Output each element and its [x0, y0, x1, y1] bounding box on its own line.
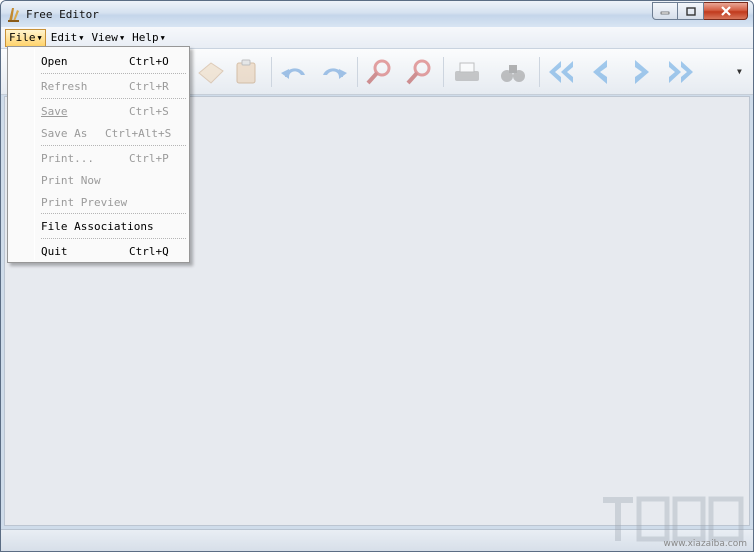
print-icon[interactable]	[451, 57, 483, 87]
watermark-url: www.xiazaiba.com	[663, 539, 747, 549]
next-icon[interactable]	[625, 57, 657, 87]
menu-item-label: Print Preview	[41, 195, 128, 209]
close-icon	[720, 6, 731, 16]
file-menu-dropdown: Open Ctrl+O Refresh Ctrl+R Save Ctrl+S S…	[7, 46, 190, 263]
menu-item-open[interactable]: Open Ctrl+O	[41, 52, 186, 70]
toolbar-separator	[271, 57, 272, 87]
menu-item-print[interactable]: Print... Ctrl+P	[41, 149, 186, 167]
first-page-icon[interactable]	[545, 57, 577, 87]
undo-icon[interactable]	[279, 57, 311, 87]
menu-item-quit[interactable]: Quit Ctrl+Q	[41, 242, 186, 260]
window-title: Free Editor	[26, 8, 99, 21]
redo-icon[interactable]	[317, 57, 349, 87]
toolbar-separator	[443, 57, 444, 87]
menu-item-shortcut: Ctrl+Alt+S	[105, 126, 172, 140]
menu-item-shortcut: Ctrl+Q	[129, 244, 169, 258]
menu-file-label: File	[9, 31, 36, 44]
find-next-icon[interactable]	[403, 57, 435, 87]
menu-edit[interactable]: Edit ▼	[48, 29, 87, 47]
title-bar[interactable]: Free Editor	[1, 1, 753, 27]
caption-buttons	[652, 2, 748, 20]
maximize-button[interactable]	[678, 2, 704, 20]
maximize-icon	[685, 6, 696, 16]
menu-separator	[41, 98, 186, 99]
menu-separator	[41, 238, 186, 239]
menu-separator	[41, 213, 186, 214]
menu-gutter	[34, 49, 35, 260]
minimize-icon	[660, 11, 670, 15]
paste-icon[interactable]	[231, 57, 263, 87]
menu-help[interactable]: Help ▼	[129, 29, 168, 47]
menu-edit-label: Edit	[50, 31, 78, 44]
menu-separator	[41, 145, 186, 146]
menu-item-shortcut: Ctrl+O	[129, 54, 169, 68]
menu-file[interactable]: File ▼	[5, 28, 46, 47]
chevron-down-icon: ▼	[160, 33, 165, 42]
chevron-down-icon: ▼	[119, 33, 125, 42]
find-icon[interactable]	[363, 57, 395, 87]
minimize-button[interactable]	[652, 2, 678, 20]
menu-item-save-as[interactable]: Save As Ctrl+Alt+S	[41, 124, 186, 142]
menu-help-label: Help	[132, 31, 159, 44]
menu-item-shortcut: Ctrl+P	[129, 151, 169, 165]
binoculars-icon[interactable]	[497, 57, 529, 87]
close-button[interactable]	[704, 2, 748, 20]
menu-view[interactable]: View ▼	[88, 29, 127, 47]
menu-item-refresh[interactable]: Refresh Ctrl+R	[41, 77, 186, 95]
menu-item-label: File Associations	[41, 219, 154, 233]
last-page-icon[interactable]	[665, 57, 697, 87]
menu-item-label: Print Now	[41, 173, 101, 187]
menu-item-save[interactable]: Save Ctrl+S	[41, 102, 186, 120]
clear-icon[interactable]	[195, 57, 227, 87]
previous-icon[interactable]	[585, 57, 617, 87]
menu-item-file-associations[interactable]: File Associations	[41, 217, 186, 235]
menu-separator	[41, 73, 186, 74]
menu-item-shortcut: Ctrl+R	[129, 79, 169, 93]
menu-item-print-preview[interactable]: Print Preview	[41, 193, 186, 211]
toolbar-separator	[357, 57, 358, 87]
toolbar-overflow-button[interactable]: ▼	[737, 67, 747, 77]
menu-item-shortcut: Ctrl+S	[129, 104, 169, 118]
chevron-down-icon: ▼	[79, 33, 84, 42]
menu-item-print-now[interactable]: Print Now	[41, 171, 186, 189]
chevron-down-icon: ▼	[37, 33, 42, 42]
app-icon	[8, 8, 19, 22]
menu-view-label: View	[91, 31, 118, 44]
toolbar-separator	[539, 57, 540, 87]
